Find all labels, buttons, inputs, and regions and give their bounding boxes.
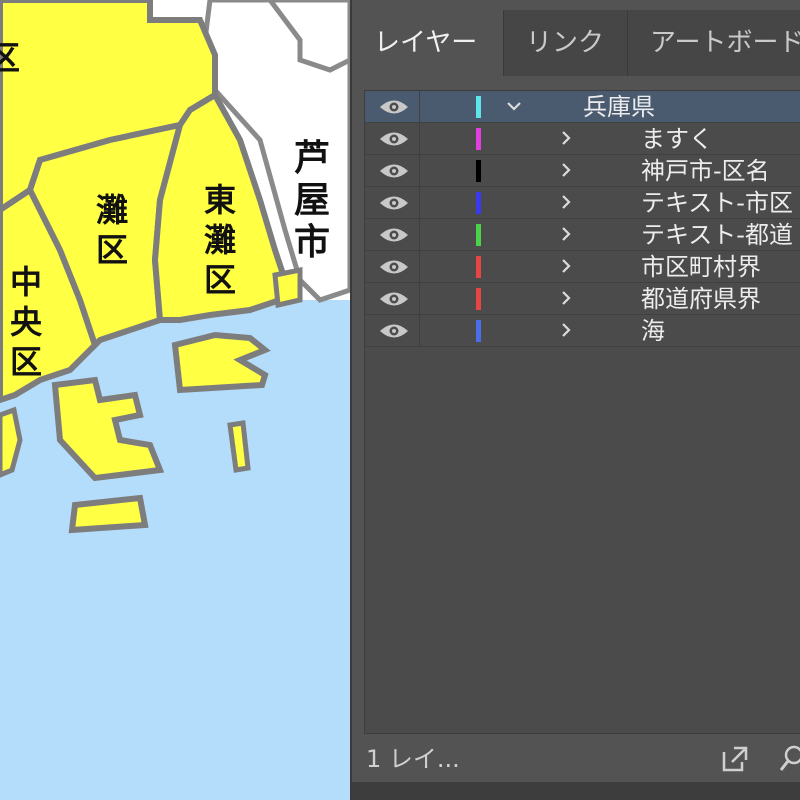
chevron-right-icon[interactable] xyxy=(557,289,575,307)
chevron-right-icon[interactable] xyxy=(557,257,575,275)
layer-color-swatch xyxy=(476,224,481,246)
tab-links[interactable]: リンク xyxy=(504,10,628,76)
layer-row[interactable]: 海 xyxy=(365,315,800,347)
eye-icon[interactable] xyxy=(379,162,409,180)
column-divider xyxy=(419,251,420,283)
map-label-ward-fragment: 区 xyxy=(0,39,20,77)
layer-name: 海 xyxy=(641,317,665,345)
map-canvas[interactable]: 区 灘区 東灘区 中央区 芦屋市 xyxy=(0,0,350,800)
layer-name: テキスト-市区 xyxy=(641,189,793,217)
map-label-nada: 灘区 xyxy=(95,191,128,269)
layer-color-swatch xyxy=(476,320,481,342)
island-4 xyxy=(68,494,149,534)
chevron-right-icon[interactable] xyxy=(557,193,575,211)
island-3 xyxy=(227,420,251,473)
map-label-chuo: 中央区 xyxy=(9,263,42,381)
layer-row[interactable]: ますく xyxy=(365,123,800,155)
panel-footer: 1 レイ... xyxy=(352,736,800,782)
panel-bottom-strip xyxy=(352,782,800,800)
export-icon[interactable] xyxy=(720,744,750,774)
eye-icon[interactable] xyxy=(379,130,409,148)
column-divider xyxy=(419,91,420,123)
layer-name: 市区町村界 xyxy=(641,253,761,281)
layer-name: 兵庫県 xyxy=(583,93,655,121)
layers-panel: レイヤー リンク アートボード 兵庫県ますく神戸市-区名 テキスト-市区 テキスト-… xyxy=(350,0,800,800)
search-icon[interactable] xyxy=(780,744,800,774)
ashiya-coast xyxy=(272,266,303,309)
layer-row[interactable]: 兵庫県 xyxy=(365,91,800,123)
column-divider xyxy=(419,219,420,251)
chevron-right-icon[interactable] xyxy=(557,321,575,339)
layer-row[interactable]: 神戸市-区名 xyxy=(365,155,800,187)
layer-color-swatch xyxy=(476,256,481,278)
panel-tabs: レイヤー リンク アートボード xyxy=(352,10,800,76)
layer-color-swatch xyxy=(476,160,481,182)
column-divider xyxy=(419,283,420,315)
eye-icon[interactable] xyxy=(379,258,409,276)
column-divider xyxy=(419,123,420,155)
layer-name: 都道府県界 xyxy=(641,285,761,313)
map-label-ashiya: 芦屋市 xyxy=(293,138,330,263)
chevron-right-icon[interactable] xyxy=(557,225,575,243)
tab-layers[interactable]: レイヤー xyxy=(352,10,504,76)
chevron-down-icon[interactable] xyxy=(505,97,523,115)
layer-name: 神戸市-区名 xyxy=(641,157,770,185)
tab-artboards[interactable]: アートボード xyxy=(628,10,800,76)
layer-list: 兵庫県ますく神戸市-区名 テキスト-市区 テキスト-都道 市区町村界都道府県界海 xyxy=(364,90,800,734)
layer-row[interactable]: 都道府県界 xyxy=(365,283,800,315)
chevron-right-icon[interactable] xyxy=(557,129,575,147)
map-artwork xyxy=(0,0,350,800)
chevron-right-icon[interactable] xyxy=(557,161,575,179)
eye-icon[interactable] xyxy=(379,226,409,244)
eye-icon[interactable] xyxy=(379,98,409,116)
layer-row[interactable]: 市区町村界 xyxy=(365,251,800,283)
layer-row[interactable]: テキスト-市区 xyxy=(365,187,800,219)
eye-icon[interactable] xyxy=(379,322,409,340)
column-divider xyxy=(419,155,420,187)
layer-color-swatch xyxy=(476,128,481,150)
layer-count: 1 レイ... xyxy=(366,745,460,773)
map-label-higashinada: 東灘区 xyxy=(203,181,236,299)
layer-color-swatch xyxy=(476,288,481,310)
column-divider xyxy=(419,315,420,347)
eye-icon[interactable] xyxy=(379,194,409,212)
layer-row[interactable]: テキスト-都道 xyxy=(365,219,800,251)
column-divider xyxy=(419,187,420,219)
eye-icon[interactable] xyxy=(379,290,409,308)
layer-name: テキスト-都道 xyxy=(641,221,793,249)
layer-name: ますく xyxy=(641,125,713,153)
layer-color-swatch xyxy=(476,192,481,214)
layer-color-swatch xyxy=(476,96,481,118)
